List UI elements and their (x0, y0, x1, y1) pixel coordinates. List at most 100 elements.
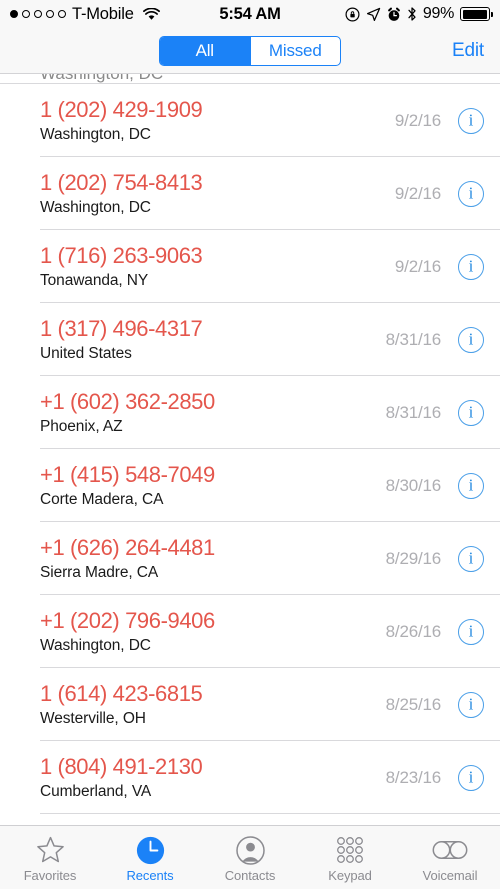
call-location: Cumberland, VA (40, 782, 152, 800)
battery-icon (460, 7, 493, 21)
table-row[interactable]: 1 (202) 754-8413 Washington, DC 9/2/16 i (0, 157, 500, 230)
call-phone-number: 1 (804) 491-2130 (40, 754, 203, 780)
call-row-main: 1 (202) 754-8413 Washington, DC (40, 170, 395, 217)
call-row-right: 8/30/16 i (385, 472, 484, 499)
table-row[interactable]: 1 (614) 423-6815 Westerville, OH 8/25/16 i (0, 668, 500, 741)
call-phone-number: 1 (202) 754-8413 (40, 170, 203, 196)
call-date: 8/25/16 (385, 694, 442, 714)
tab-favorites[interactable]: Favorites (0, 826, 100, 889)
call-row-right: 9/2/16 i (394, 180, 484, 207)
call-row-main: +1 (415) 548-7049 Corte Madera, CA (40, 462, 386, 509)
tab-keypad[interactable]: Keypad (300, 826, 400, 889)
edit-button[interactable]: Edit (452, 40, 484, 62)
call-location: Washington, DC (40, 636, 151, 654)
call-row-right: 8/23/16 i (385, 764, 484, 791)
segment-missed[interactable]: Missed (249, 36, 341, 65)
call-filter-segmented-control[interactable]: All Missed (159, 35, 341, 66)
battery-percent: 99% (422, 5, 454, 22)
call-phone-number: +1 (415) 548-7049 (40, 462, 215, 488)
tab-bar[interactable]: Favorites Recents Contacts Keypad Voicem… (0, 825, 500, 889)
call-row-main: 1 (614) 423-6815 Westerville, OH (40, 681, 386, 728)
info-circle-icon[interactable]: i (458, 326, 484, 353)
tab-recents[interactable]: Recents (100, 826, 200, 889)
table-row[interactable]: +1 (415) 548-7049 Corte Madera, CA 8/30/16… (0, 449, 500, 522)
info-circle-icon[interactable]: i (458, 399, 484, 426)
call-phone-number: +1 (602) 362-2850 (40, 389, 215, 415)
call-date: 9/2/16 (394, 256, 441, 276)
call-location: United States (40, 344, 132, 362)
phone-app-screen: T-Mobile 5:54 AM 99% All Missed Edit 1 (… (0, 0, 500, 889)
info-circle-icon[interactable]: i (458, 472, 484, 499)
call-location: Sierra Madre, CA (40, 563, 159, 581)
carrier-name: T-Mobile (72, 4, 134, 23)
star-icon (36, 835, 65, 865)
info-circle-icon[interactable]: i (458, 764, 484, 791)
recents-call-list[interactable]: Washington, DC 1 (202) 429-1909 Washingto… (0, 74, 500, 825)
status-bar: T-Mobile 5:54 AM 99% (0, 0, 500, 28)
call-row-right: 8/29/16 i (385, 545, 484, 572)
table-row[interactable]: 1 (202) 429-1909 Washington, DC 9/2/16 i (0, 84, 500, 157)
call-row-main: +1 (202) 796-9406 Washington, DC (40, 608, 386, 655)
call-date: 8/31/16 (385, 329, 442, 349)
call-phone-number: +1 (202) 796-9406 (40, 608, 215, 634)
call-date: 8/29/16 (385, 548, 442, 568)
navigation-bar: All Missed Edit (0, 28, 500, 74)
info-circle-icon[interactable]: i (458, 618, 484, 645)
table-row[interactable]: 1 (716) 263-9063 Tonawanda, NY 9/2/16 i (0, 230, 500, 303)
status-bar-left: T-Mobile (10, 5, 160, 24)
table-row[interactable]: +1 (602) 362-2850 Phoenix, AZ 8/31/16 i (0, 376, 500, 449)
tab-label-recents: Recents (126, 868, 174, 883)
segment-all[interactable]: All (160, 36, 250, 65)
call-phone-number: +1 (626) 264-4481 (40, 535, 215, 561)
voicemail-icon (432, 835, 468, 865)
call-rows-container: 1 (202) 429-1909 Washington, DC 9/2/16 i 1 (… (0, 84, 500, 814)
table-row[interactable]: 1 (317) 496-4317 United States 8/31/16 i (0, 303, 500, 376)
rotation-lock-icon (345, 6, 360, 22)
call-phone-number: 1 (202) 429-1909 (40, 97, 203, 123)
call-phone-number: 1 (614) 423-6815 (40, 681, 203, 707)
call-location: Corte Madera, CA (40, 490, 164, 508)
clipped-partial-row[interactable]: Washington, DC (0, 74, 500, 84)
call-row-main: +1 (626) 264-4481 Sierra Madre, CA (40, 535, 386, 582)
call-row-right: 8/26/16 i (386, 618, 484, 645)
table-row[interactable]: +1 (626) 264-4481 Sierra Madre, CA 8/29/16… (0, 522, 500, 595)
info-circle-icon[interactable]: i (458, 253, 484, 280)
info-circle-icon[interactable]: i (458, 691, 484, 718)
wifi-icon (142, 7, 160, 20)
clipped-partial-row-label: Washington, DC (40, 74, 163, 83)
tab-label-voicemail: Voicemail (422, 868, 478, 883)
info-circle-icon[interactable]: i (458, 545, 484, 572)
call-row-right: 9/2/16 i (394, 253, 484, 280)
info-circle-icon[interactable]: i (458, 107, 484, 134)
call-date: 9/2/16 (394, 183, 441, 203)
call-date: 9/2/16 (394, 110, 441, 130)
location-arrow-icon (366, 7, 381, 21)
tab-label-contacts: Contacts (224, 868, 276, 883)
clock-icon (136, 835, 165, 865)
call-row-right: 8/31/16 i (385, 326, 484, 353)
tab-label-keypad: Keypad (328, 868, 372, 883)
keypad-dots-icon (335, 835, 365, 865)
info-circle-icon[interactable]: i (458, 180, 484, 207)
call-row-main: +1 (602) 362-2850 Phoenix, AZ (40, 389, 386, 436)
call-date: 8/30/16 (385, 475, 442, 495)
call-date: 8/23/16 (385, 767, 442, 787)
call-row-main: 1 (202) 429-1909 Washington, DC (40, 97, 395, 144)
call-row-right: 8/31/16 i (385, 399, 484, 426)
table-row[interactable]: 1 (804) 491-2130 Cumberland, VA 8/23/16 i (0, 741, 500, 814)
call-location: Westerville, OH (40, 709, 146, 727)
call-location: Washington, DC (40, 198, 151, 216)
tab-voicemail[interactable]: Voicemail (400, 826, 500, 889)
table-row[interactable]: +1 (202) 796-9406 Washington, DC 8/26/16 i (0, 595, 500, 668)
call-location: Phoenix, AZ (40, 417, 123, 435)
call-location: Tonawanda, NY (40, 271, 149, 289)
call-phone-number: 1 (317) 496-4317 (40, 316, 203, 342)
call-row-right: 9/2/16 i (394, 107, 484, 134)
status-bar-right: 99% (345, 5, 493, 23)
call-row-main: 1 (317) 496-4317 United States (40, 316, 386, 363)
call-date: 8/31/16 (385, 402, 442, 422)
alarm-clock-icon (387, 7, 400, 21)
call-row-main: 1 (804) 491-2130 Cumberland, VA (40, 754, 386, 801)
tab-label-favorites: Favorites (23, 868, 77, 883)
tab-contacts[interactable]: Contacts (200, 826, 300, 889)
